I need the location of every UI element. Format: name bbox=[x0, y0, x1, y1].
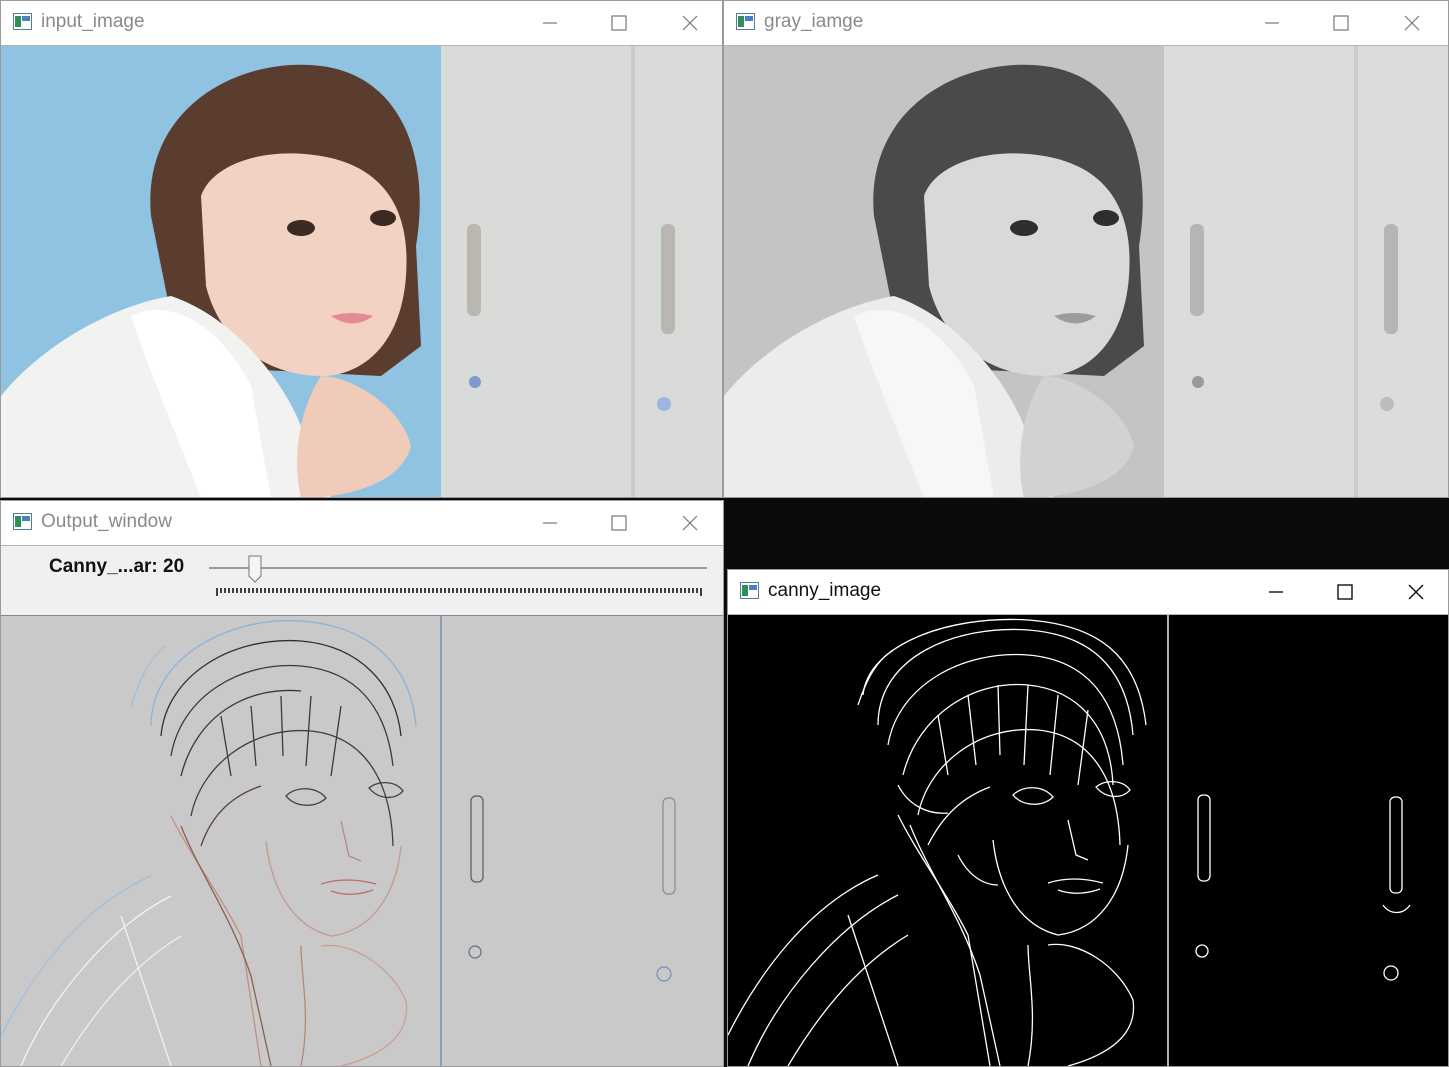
opencv-window-icon bbox=[13, 13, 32, 30]
close-icon[interactable] bbox=[1397, 8, 1427, 38]
gray-image-titlebar[interactable]: gray_iamge bbox=[724, 1, 1448, 46]
canny-image-window[interactable]: canny_image bbox=[727, 569, 1449, 1067]
output-window[interactable]: Output_window Canny_...ar: 20 bbox=[0, 500, 724, 1067]
output-title: Output_window bbox=[41, 511, 172, 532]
canny-threshold-slider[interactable] bbox=[1, 546, 723, 615]
gray-image-window[interactable]: gray_iamge bbox=[723, 0, 1449, 498]
canny-titlebar[interactable]: canny_image bbox=[728, 570, 1448, 615]
input-image-titlebar[interactable]: input_image bbox=[1, 1, 722, 46]
canny-edge-image bbox=[728, 615, 1448, 1066]
gray-image-title: gray_iamge bbox=[764, 11, 864, 32]
maximize-icon[interactable] bbox=[604, 8, 634, 38]
canny-title: canny_image bbox=[768, 580, 882, 601]
minimize-icon[interactable] bbox=[1257, 8, 1287, 38]
maximize-icon[interactable] bbox=[604, 508, 634, 538]
close-icon[interactable] bbox=[1401, 577, 1431, 607]
minimize-icon[interactable] bbox=[535, 508, 565, 538]
minimize-icon[interactable] bbox=[535, 8, 565, 38]
maximize-icon[interactable] bbox=[1326, 8, 1356, 38]
gray-photo bbox=[724, 46, 1448, 497]
slider-ticks bbox=[216, 588, 702, 596]
input-image-title: input_image bbox=[41, 11, 145, 32]
output-canvas bbox=[1, 616, 723, 1066]
input-image-canvas bbox=[1, 46, 722, 497]
input-photo bbox=[1, 46, 722, 497]
canny-canvas bbox=[728, 615, 1448, 1066]
close-icon[interactable] bbox=[675, 508, 705, 538]
output-titlebar[interactable]: Output_window bbox=[1, 501, 723, 546]
output-edge-image bbox=[1, 616, 723, 1066]
slider-thumb[interactable] bbox=[248, 555, 262, 583]
opencv-window-icon bbox=[736, 13, 755, 30]
opencv-window-icon bbox=[740, 582, 759, 599]
opencv-window-icon bbox=[13, 513, 32, 530]
close-icon[interactable] bbox=[675, 8, 705, 38]
maximize-icon[interactable] bbox=[1330, 577, 1360, 607]
gray-image-canvas bbox=[724, 46, 1448, 497]
input-image-window[interactable]: input_image bbox=[0, 0, 723, 498]
minimize-icon[interactable] bbox=[1261, 577, 1291, 607]
trackbar-panel: Canny_...ar: 20 bbox=[1, 546, 723, 616]
